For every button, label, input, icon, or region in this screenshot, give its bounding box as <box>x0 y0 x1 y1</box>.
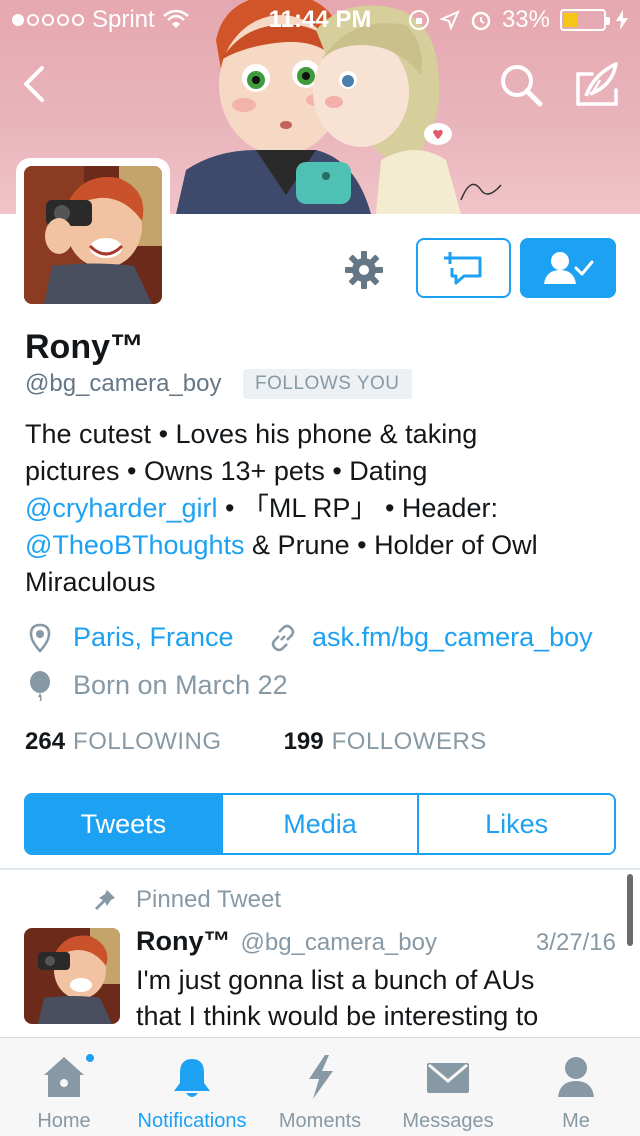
home-notification-dot <box>84 1052 96 1064</box>
followers-label: FOLLOWERS <box>331 728 487 755</box>
home-icon <box>39 1054 89 1100</box>
search-button[interactable] <box>498 62 544 108</box>
compose-tweet-button[interactable] <box>572 60 622 110</box>
tabbar-label: Home <box>37 1110 91 1132</box>
tweet-text-line: I'm just gonna list a bunch of AUs <box>136 965 535 995</box>
tweet-date: 3/27/16 <box>535 929 616 956</box>
bio-line: The cutest • Loves his phone & taking <box>25 419 478 449</box>
divider <box>0 868 640 870</box>
battery-percent: 33% <box>501 6 550 33</box>
bottom-tab-bar: Home Notifications Moments Messages Me <box>0 1037 640 1136</box>
tab-likes[interactable]: Likes <box>419 795 614 853</box>
gear-icon <box>345 251 383 289</box>
location-pin-icon <box>25 623 55 653</box>
lightning-icon <box>295 1054 345 1100</box>
rotation-lock-icon <box>408 10 429 30</box>
tweet-avatar[interactable] <box>24 928 120 1024</box>
website-text: ask.fm/bg_camera_boy <box>312 622 593 652</box>
tweet-text[interactable]: I'm just gonna list a bunch of AUs that … <box>136 962 606 1034</box>
tabbar-me[interactable]: Me <box>512 1038 640 1136</box>
followers-stat[interactable]: 199 FOLLOWERS <box>284 728 487 756</box>
profile-tabs: Tweets Media Likes <box>24 793 616 855</box>
profile-bio: The cutest • Loves his phone & taking pi… <box>25 416 615 601</box>
tweet-header: Rony™ @bg_camera_boy 3/27/16 <box>136 926 616 957</box>
profile-handle: @bg_camera_boy <box>25 370 222 397</box>
following-stat[interactable]: 264 FOLLOWING <box>25 728 222 756</box>
pinned-text: Pinned Tweet <box>136 886 281 913</box>
tabbar-label: Moments <box>278 1110 362 1132</box>
following-label: FOLLOWING <box>73 728 222 755</box>
birthday-text: Born on March 22 <box>73 670 288 700</box>
tabbar-messages[interactable]: Messages <box>384 1038 512 1136</box>
person-icon <box>551 1054 601 1100</box>
link-icon <box>268 623 298 653</box>
direct-message-button[interactable] <box>416 238 511 298</box>
profile-location[interactable]: Paris, France <box>25 622 234 653</box>
pinned-tweet-label: Pinned Tweet <box>92 886 281 914</box>
profile-website-link[interactable]: ask.fm/bg_camera_boy <box>268 622 593 653</box>
bell-icon <box>167 1054 217 1100</box>
tabbar-notifications[interactable]: Notifications <box>128 1038 256 1136</box>
message-add-icon <box>443 252 481 285</box>
alarm-icon <box>471 11 491 31</box>
person-check-icon <box>544 252 594 284</box>
balloon-icon <box>25 670 55 701</box>
follow-stats: 264 FOLLOWING 199 FOLLOWERS <box>25 728 487 756</box>
profile-avatar[interactable] <box>16 158 170 312</box>
envelope-icon <box>423 1054 473 1100</box>
profile-name: Rony™ <box>25 328 144 366</box>
charging-icon <box>616 10 628 30</box>
tab-media[interactable]: Media <box>222 795 420 853</box>
tabbar-label: Messages <box>402 1110 494 1132</box>
bio-line: Miraculous <box>25 567 156 597</box>
tab-tweets[interactable]: Tweets <box>26 795 223 853</box>
settings-gear-button[interactable] <box>338 244 390 296</box>
avatar-image <box>24 166 162 304</box>
pin-icon <box>92 887 118 913</box>
tabbar-moments[interactable]: Moments <box>256 1038 384 1136</box>
following-count: 264 <box>25 728 66 755</box>
tabbar-home[interactable]: Home <box>0 1038 128 1136</box>
scroll-indicator <box>627 874 633 946</box>
tabbar-label: Notifications <box>137 1110 247 1132</box>
battery-icon <box>560 9 610 31</box>
profile-birthday: Born on March 22 <box>25 670 288 701</box>
follows-you-badge: FOLLOWS YOU <box>243 369 412 399</box>
tweet-author-name[interactable]: Rony™ <box>136 926 231 957</box>
location-arrow-icon <box>439 10 460 30</box>
status-bar: Sprint 11:44 PM 33% <box>0 0 640 40</box>
bio-mention-link[interactable]: @cryharder_girl <box>25 493 217 523</box>
bio-line: • 「ML RP」 • Header: <box>217 493 498 523</box>
tabbar-label: Me <box>562 1110 590 1132</box>
following-button[interactable] <box>520 238 616 298</box>
bio-mention-link[interactable]: @TheoBThoughts <box>25 530 245 560</box>
followers-count: 199 <box>283 728 324 755</box>
bio-line: & Prune • Holder of Owl <box>244 530 538 560</box>
tweet-author-handle: @bg_camera_boy <box>240 929 437 956</box>
location-text: Paris, France <box>73 622 234 652</box>
tweet-text-line: that I think would be interesting to <box>136 1001 539 1031</box>
bio-line: pictures • Owns 13+ pets • Dating <box>25 456 428 486</box>
back-button[interactable] <box>16 64 56 104</box>
